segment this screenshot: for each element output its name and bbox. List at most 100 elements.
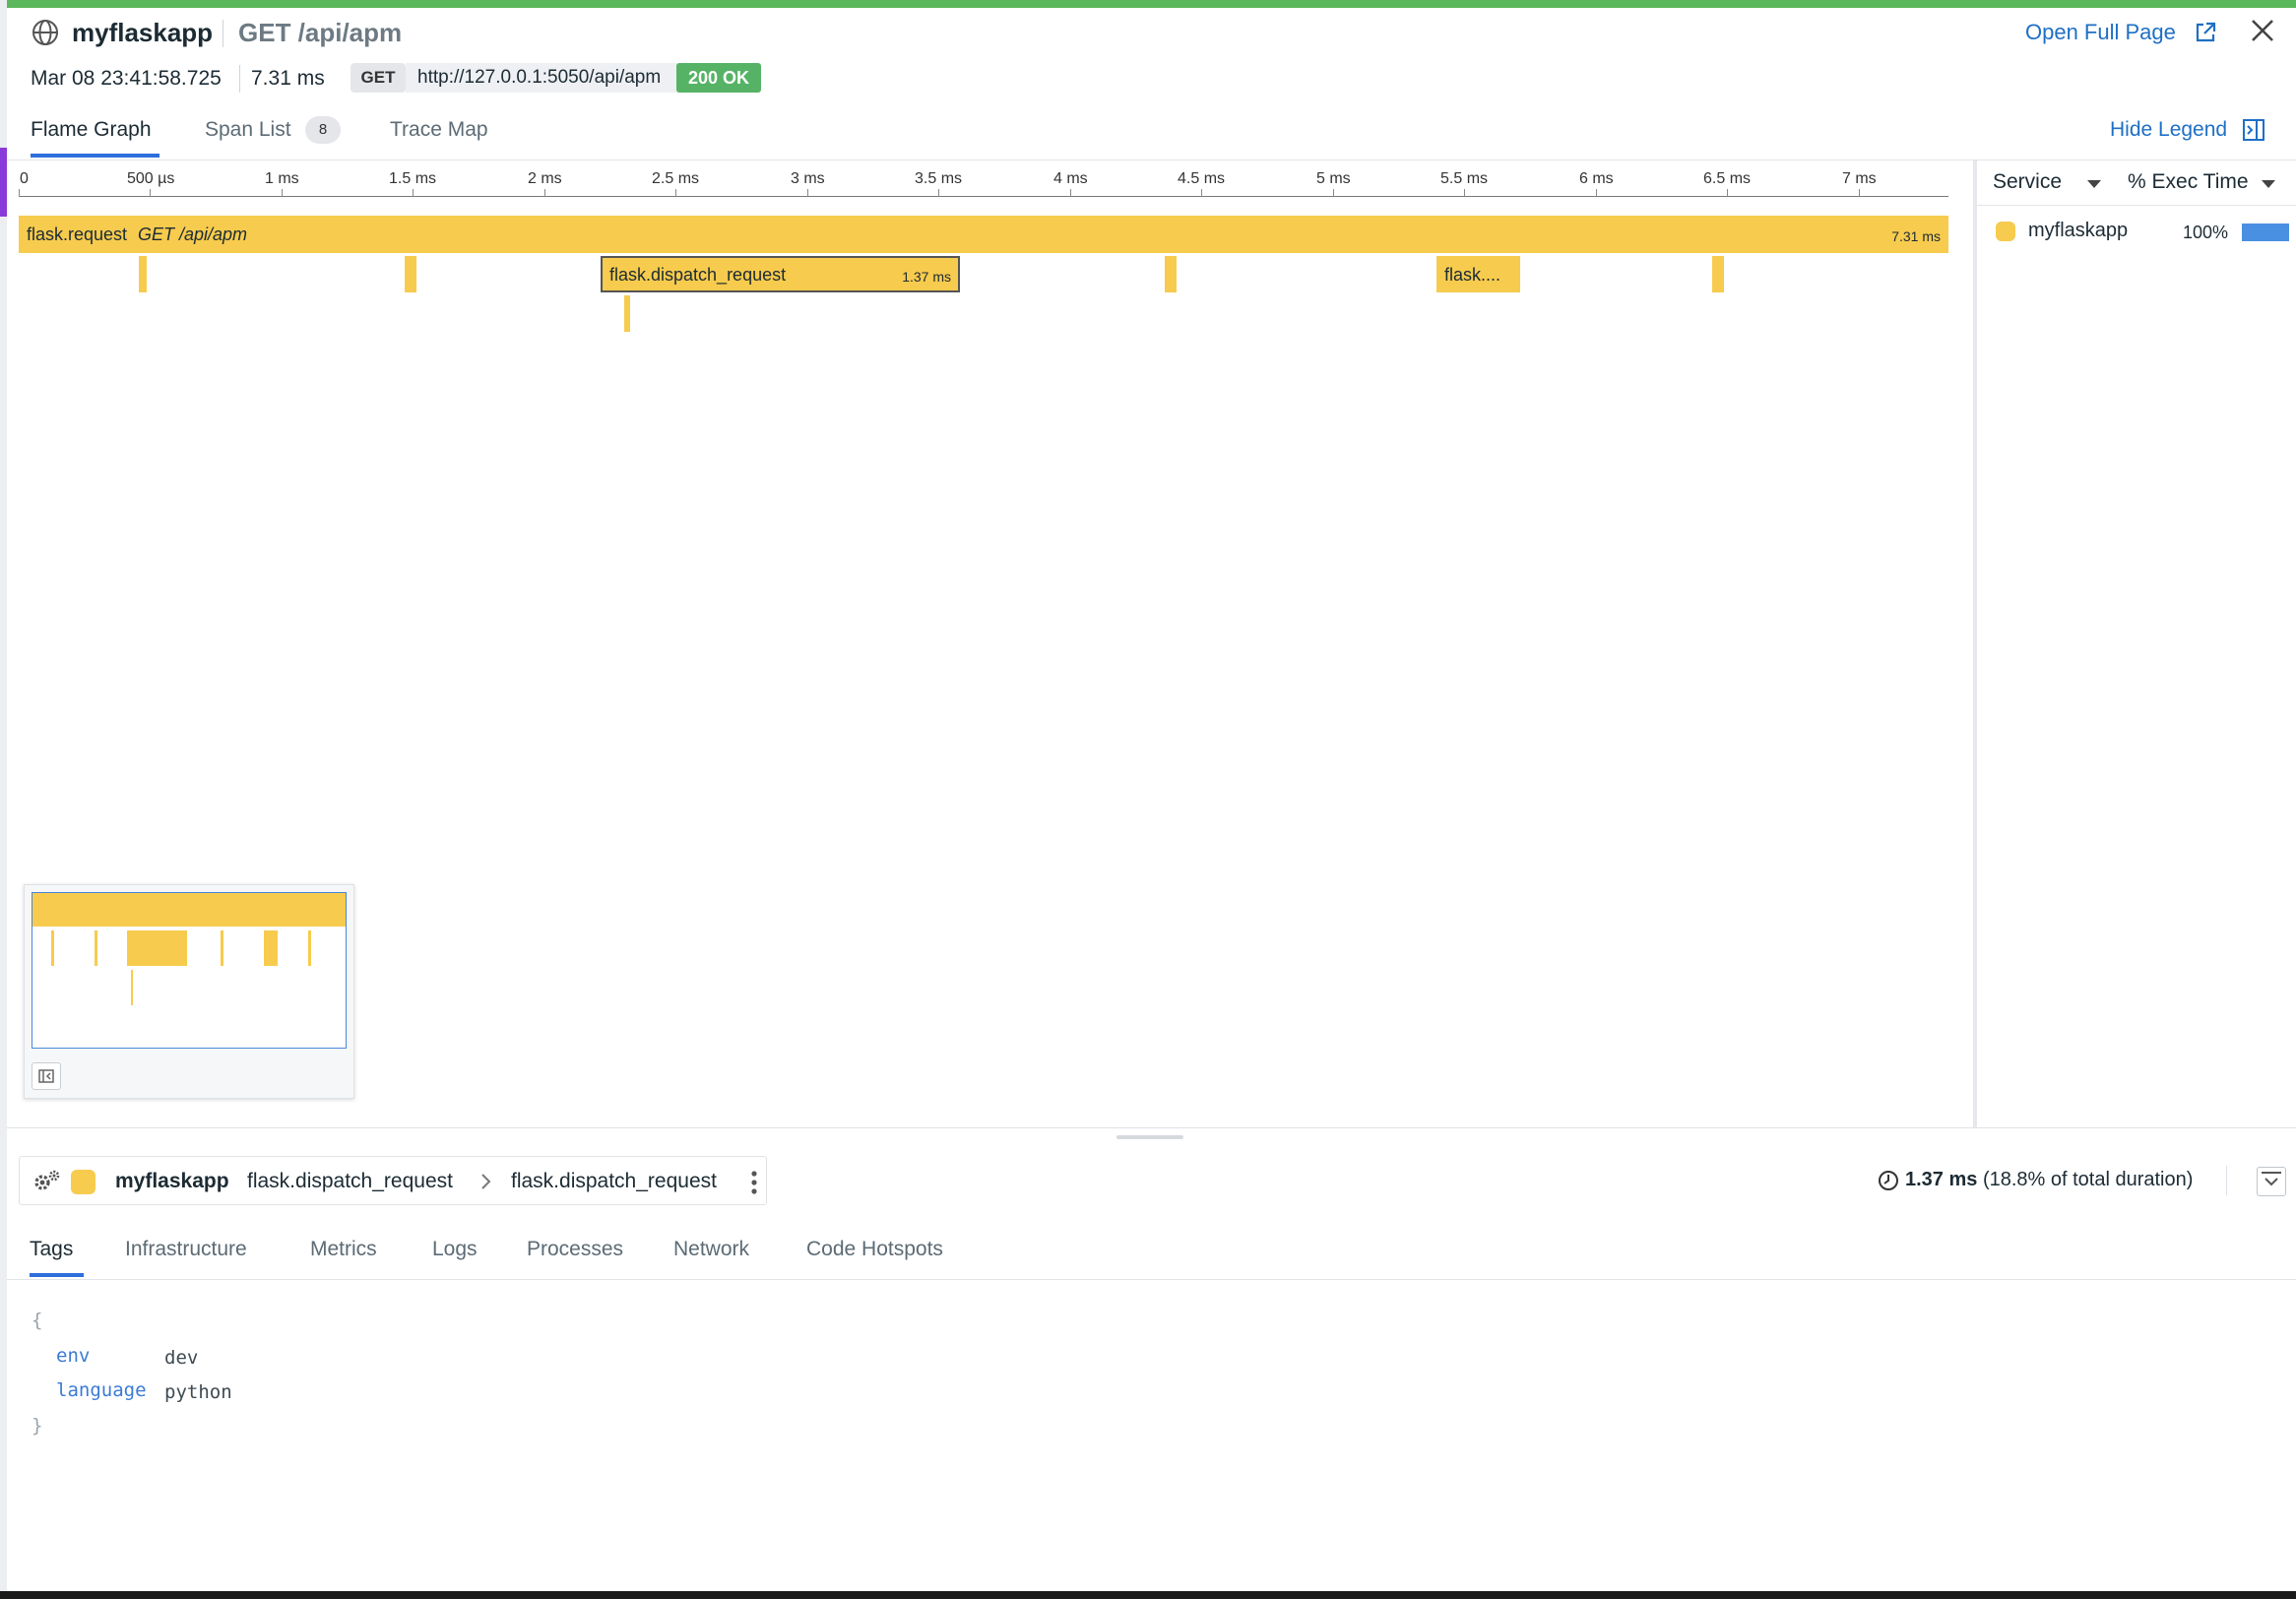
legend-service-pct: 100% (2183, 223, 2229, 242)
axis-baseline (19, 196, 1948, 197)
tab-infrastructure[interactable]: Infrastructure (125, 1238, 247, 1261)
legend-service-name: myflaskapp (2028, 220, 2129, 241)
minimap-viewport[interactable] (32, 892, 347, 1049)
detail-resource-name: flask.dispatch_request (511, 1170, 717, 1192)
span-flask-request[interactable]: flask.request GET /api/apm 7.31 ms (19, 216, 1948, 253)
axis-tick (282, 189, 283, 197)
axis-tick (938, 189, 939, 197)
span-duration-percent: (18.8% of total duration) (1982, 1169, 2194, 1190)
tab-processes[interactable]: Processes (527, 1238, 623, 1261)
panel-split-divider[interactable] (7, 1127, 2296, 1128)
axis-tick (1201, 189, 1202, 197)
axis-label: 2 ms (528, 170, 562, 187)
axis-label: 1.5 ms (389, 170, 437, 187)
axis-tick (544, 189, 545, 197)
minimap-span (51, 930, 54, 966)
flame-graph: 0 500 µs 1 ms 1.5 ms 2 ms 2.5 ms 3 ms 3.… (7, 160, 1976, 1127)
axis-label: 4.5 ms (1178, 170, 1226, 187)
legend-panel: Service % Exec Time myflaskapp 100% (1973, 160, 2296, 1127)
tags-close-brace: } (32, 1415, 43, 1437)
minimap-span (131, 970, 133, 1005)
collapse-panel-icon[interactable] (2257, 1167, 2286, 1196)
span-child[interactable] (1712, 256, 1724, 292)
minimap-span (95, 930, 97, 966)
tag-key[interactable]: env (56, 1345, 90, 1367)
status-badge: 200 OK (676, 63, 761, 93)
tab-network[interactable]: Network (673, 1238, 749, 1261)
axis-tick (413, 189, 414, 197)
axis-label: 0 (20, 170, 29, 187)
chevron-right-icon (478, 1172, 494, 1191)
minimap-span (221, 930, 223, 966)
axis-tick (1464, 189, 1465, 197)
tag-key[interactable]: language (56, 1379, 147, 1401)
span-count-badge: 8 (305, 116, 341, 144)
tab-metrics[interactable]: Metrics (310, 1238, 377, 1261)
service-color-swatch (1996, 222, 2015, 241)
open-full-page-link[interactable]: Open Full Page (2025, 20, 2176, 45)
tab-flame-graph[interactable]: Flame Graph (31, 118, 152, 142)
detail-tabs-divider (7, 1279, 2296, 1280)
meta-divider (239, 65, 240, 93)
axis-label: 6 ms (1579, 170, 1614, 187)
span-duration-value: 1.37 ms (1905, 1169, 1978, 1190)
resize-handle[interactable] (1116, 1135, 1183, 1139)
chevron-down-icon[interactable] (2262, 180, 2275, 188)
axis-label: 2.5 ms (652, 170, 700, 187)
tab-span-list[interactable]: Span List (205, 118, 291, 142)
minimap-span (127, 930, 187, 966)
span-duration-label: 1.37 ms (902, 269, 951, 285)
axis-tick (675, 189, 676, 197)
minimap-span (308, 930, 311, 966)
span-operation-label: flask.dispatch_request (609, 265, 787, 285)
legend-exec-time-header[interactable]: % Exec Time (2128, 170, 2249, 194)
flame-minimap[interactable] (24, 884, 354, 1099)
hide-legend-button[interactable]: Hide Legend (2110, 118, 2227, 142)
legend-toggle-icon[interactable] (2242, 118, 2265, 142)
chevron-down-icon[interactable] (2087, 180, 2101, 188)
axis-tick (1070, 189, 1071, 197)
span-grandchild[interactable] (624, 295, 630, 332)
axis-tick (1727, 189, 1728, 197)
axis-label: 6.5 ms (1703, 170, 1752, 187)
tag-value[interactable]: python (164, 1381, 232, 1403)
axis-label: 4 ms (1053, 170, 1088, 187)
tab-tags[interactable]: Tags (30, 1238, 73, 1261)
axis-tick (1859, 189, 1860, 197)
close-icon[interactable] (2249, 17, 2276, 44)
legend-header-divider (1977, 205, 2296, 206)
tag-value[interactable]: dev (164, 1347, 198, 1369)
trace-duration: 7.31 ms (251, 67, 325, 90)
axis-label: 3.5 ms (915, 170, 963, 187)
axis-label: 3 ms (791, 170, 825, 187)
span-child[interactable] (405, 256, 416, 292)
legend-service-header[interactable]: Service (1993, 170, 2062, 194)
span-operation-label: flask.... (1444, 265, 1501, 285)
tab-logs[interactable]: Logs (432, 1238, 478, 1261)
http-method-badge: GET (351, 63, 406, 93)
background-page-edge (0, 0, 7, 1599)
span-child[interactable] (1165, 256, 1177, 292)
clock-icon (1878, 1170, 1899, 1191)
request-url: http://127.0.0.1:5050/api/apm (406, 63, 683, 93)
panel-top-accent (7, 0, 2296, 8)
service-color-swatch (71, 1170, 96, 1194)
span-flask-dispatch-request[interactable]: flask.dispatch_request 1.37 ms (601, 256, 960, 292)
span-child[interactable] (139, 256, 147, 292)
axis-tick (150, 189, 151, 197)
external-link-icon[interactable] (2193, 20, 2218, 45)
collapse-minimap-icon[interactable] (32, 1062, 61, 1090)
span-duration-summary: 1.37 ms (18.8% of total duration) (1905, 1169, 2193, 1191)
header-divider (2226, 1166, 2227, 1195)
time-axis: 0 500 µs 1 ms 1.5 ms 2 ms 2.5 ms 3 ms 3.… (7, 160, 1976, 200)
tab-trace-map[interactable]: Trace Map (390, 118, 488, 142)
globe-icon (31, 18, 60, 47)
span-operation-label: flask.request (27, 224, 128, 244)
span-flask-truncated[interactable]: flask.... (1436, 256, 1520, 292)
axis-tick (19, 189, 20, 197)
tab-code-hotspots[interactable]: Code Hotspots (806, 1238, 943, 1261)
axis-tick (1333, 189, 1334, 197)
axis-tick (807, 189, 808, 197)
axis-label: 1 ms (265, 170, 299, 187)
more-options-icon[interactable] (749, 1170, 759, 1195)
